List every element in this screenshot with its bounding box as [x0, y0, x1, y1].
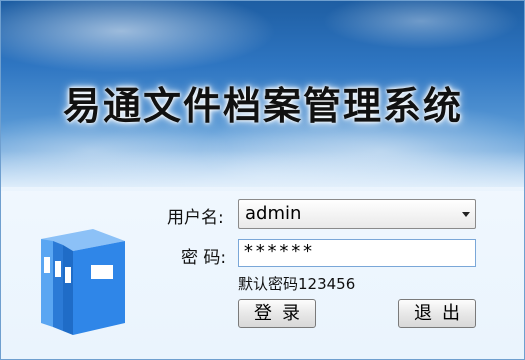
username-select[interactable]: admin	[238, 199, 476, 229]
chevron-down-icon[interactable]	[462, 212, 470, 217]
app-title: 易通文件档案管理系统	[63, 84, 464, 128]
exit-button[interactable]: 退出	[398, 299, 476, 328]
binder-folders-icon	[41, 229, 125, 335]
banner-fade	[1, 151, 524, 191]
username-label: 用户名:	[167, 208, 224, 228]
login-button[interactable]: 登录	[238, 299, 316, 328]
username-value: admin	[245, 203, 302, 224]
default-password-hint: 默认密码123456	[238, 275, 356, 293]
password-label: 密 码:	[181, 248, 227, 268]
login-window: 易通文件档案管理系统 用户名: admin 密 码: ****** 默认密码12…	[0, 0, 525, 360]
password-field[interactable]: ******	[238, 239, 476, 267]
